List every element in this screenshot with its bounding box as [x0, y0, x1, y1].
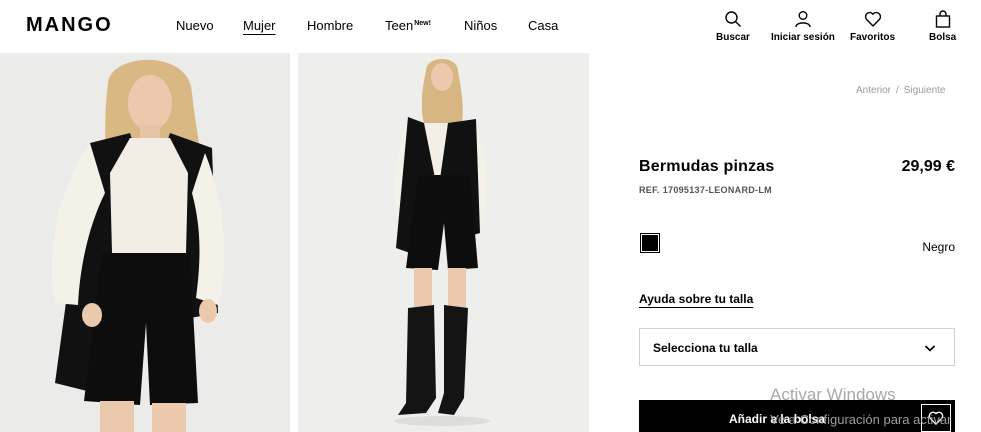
bag-label: Bolsa	[929, 32, 957, 43]
login-label: Iniciar sesión	[771, 32, 835, 43]
bag-icon	[935, 10, 950, 28]
model-full-illustration	[298, 53, 589, 432]
product-photo-full[interactable]	[298, 53, 589, 432]
favorites-button[interactable]: Favoritos	[850, 10, 895, 43]
color-swatch-fill	[642, 235, 658, 251]
user-icon	[795, 11, 811, 28]
nav-mujer[interactable]: Mujer	[243, 18, 276, 33]
color-swatch-negro[interactable]	[640, 233, 660, 253]
product-name: Bermudas pinzas	[639, 158, 775, 175]
prev-next-separator: /	[896, 85, 899, 96]
search-label: Buscar	[716, 32, 750, 43]
ref-code: 17095137-LEONARD-LM	[662, 185, 772, 195]
size-select-label: Selecciona tu talla	[653, 341, 758, 355]
chevron-down-icon	[924, 345, 936, 352]
brand-logo[interactable]: MANGO	[26, 14, 113, 37]
windows-activation-watermark: Activar Windows	[770, 385, 896, 404]
nav-teen-label: Teen	[385, 18, 414, 33]
windows-activation-subtitle: Ve a Configuración para activar	[770, 412, 952, 427]
selected-color-name: Negro	[922, 240, 955, 254]
product-price: 29,99 €	[901, 158, 955, 175]
login-button[interactable]: Iniciar sesión	[771, 10, 835, 43]
product-ref: REF. 17095137-LEONARD-LM	[639, 185, 772, 195]
size-select[interactable]: Selecciona tu talla	[639, 328, 955, 366]
search-icon	[725, 11, 741, 27]
model-closeup-illustration	[0, 53, 290, 432]
nav-teen[interactable]: TeenNew!	[385, 18, 431, 33]
search-button[interactable]: Buscar	[716, 10, 750, 43]
nav-ninos[interactable]: Niños	[464, 18, 497, 33]
product-photo-closeup[interactable]	[0, 53, 290, 432]
next-link[interactable]: Siguiente	[904, 85, 946, 96]
ref-prefix: REF.	[639, 185, 660, 195]
heart-icon	[864, 11, 881, 27]
nav-casa[interactable]: Casa	[528, 18, 558, 33]
nav-nuevo[interactable]: Nuevo	[176, 18, 214, 33]
nav-hombre[interactable]: Hombre	[307, 18, 353, 33]
previous-link[interactable]: Anterior	[856, 85, 891, 96]
site-header: MANGO Nuevo Mujer Hombre TeenNew! Niños …	[0, 0, 981, 53]
new-badge: New!	[414, 19, 431, 27]
favorites-label: Favoritos	[850, 32, 896, 43]
size-help-link[interactable]: Ayuda sobre tu talla	[639, 292, 753, 306]
prev-next-nav: Anterior / Siguiente	[856, 85, 946, 96]
bag-button[interactable]: Bolsa	[929, 10, 956, 43]
